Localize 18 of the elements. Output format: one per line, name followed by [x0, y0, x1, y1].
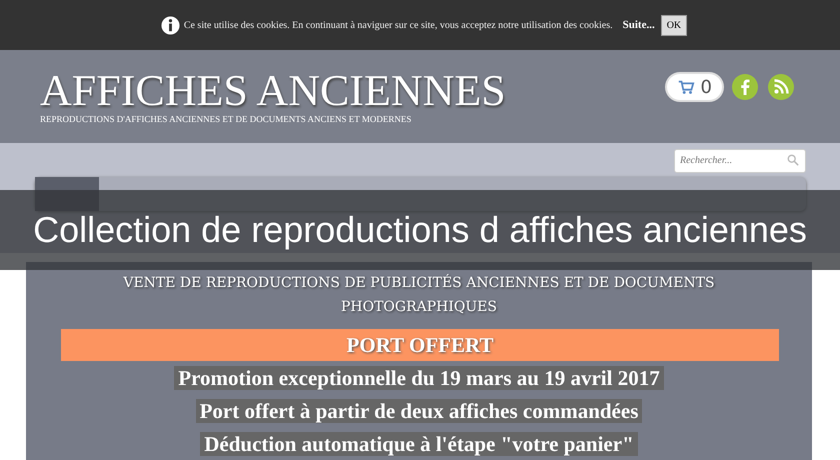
search-field[interactable]: Rechercher... — [674, 148, 806, 172]
cookie-message: Ce site utilise des cookies. En continuant à naviguer sur ce site, vous acceptez notre utilisation des cookies. — [184, 20, 613, 30]
cart-button[interactable]: 0 — [666, 74, 722, 100]
search-icon — [787, 154, 799, 166]
promo-text: Promotion exceptionnelle du 19 mars au 19 avril 2017 — [174, 366, 664, 390]
site-title[interactable]: AFFICHES ANCIENNES — [40, 68, 506, 114]
promo-banner: PORT OFFERT — [61, 329, 779, 361]
promo-text: Déduction automatique à l'étape "votre panier" — [200, 432, 638, 456]
promo-text: Port offert à partir de deux affiches commandées — [196, 399, 642, 423]
page-heading: VENTE DE REPRODUCTIONS DE PUBLICITÉS ANCIENNES ET DE DOCUMENTS PHOTOGRAPHIQUES — [122, 273, 716, 317]
cart-icon — [676, 78, 695, 96]
ok-button[interactable]: OK — [660, 14, 688, 36]
info-icon — [160, 16, 180, 34]
site-subtitle: REPRODUCTIONS D'AFFICHES ANCIENNES ET DE DOCUMENTS ANCIENS ET MODERNES — [40, 114, 412, 124]
facebook-icon[interactable] — [732, 74, 758, 100]
more-link[interactable]: Suite... — [622, 19, 655, 31]
rss-icon[interactable] — [768, 74, 794, 100]
caption-overlay: Collection de reproductions d affiches anciennes — [0, 190, 840, 270]
